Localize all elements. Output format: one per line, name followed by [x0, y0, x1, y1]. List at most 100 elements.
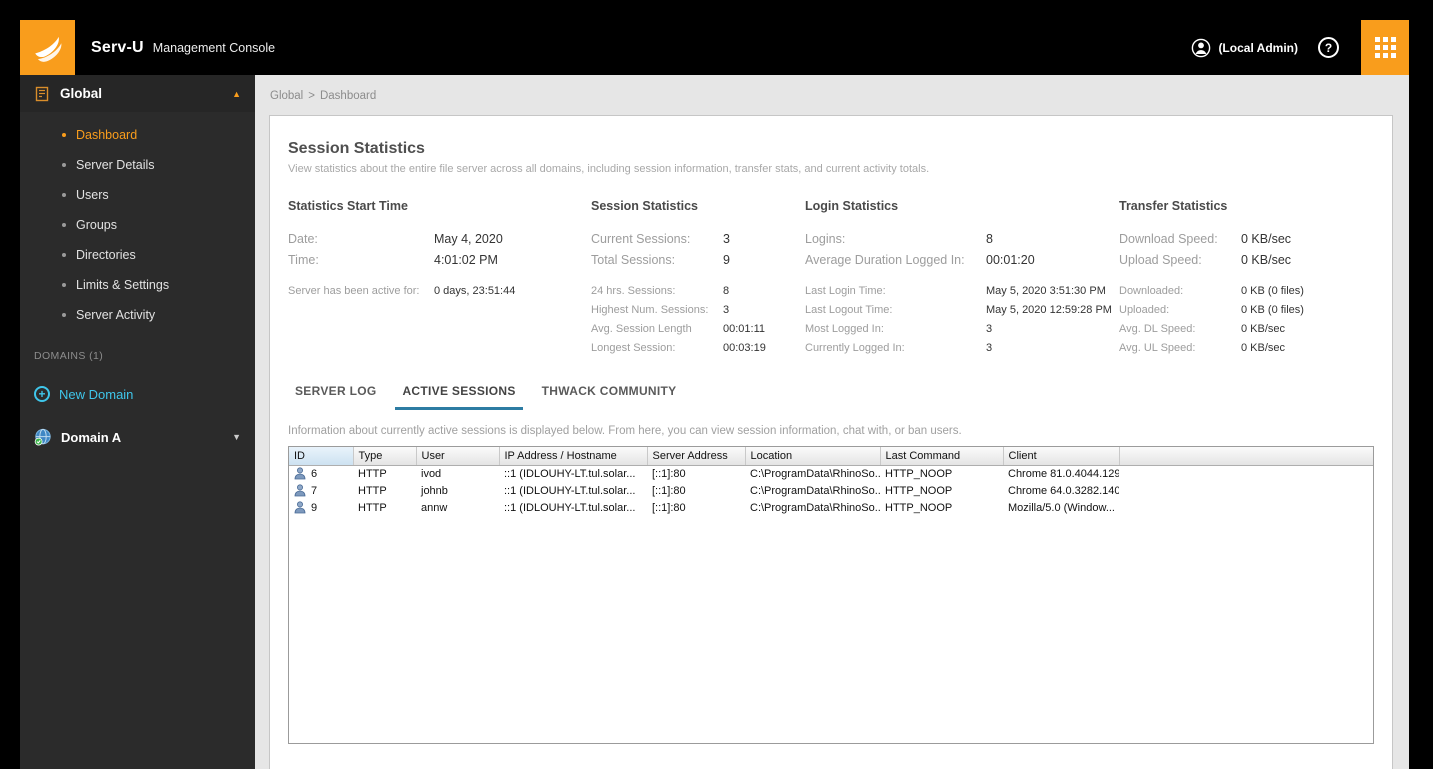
sidebar-nav: Dashboard Server Details Users Groups Di… [20, 120, 255, 330]
stat-row: 24 hrs. Sessions: 8 [591, 282, 805, 301]
sidebar: Global ▲ Dashboard Server Details Users [20, 75, 255, 769]
table-row[interactable]: 7 HTTP johnb ::1 (IDLOUHY-LT.tul.solar..… [289, 482, 1373, 499]
solarwinds-logo [20, 20, 75, 75]
active-sessions-table-container: ID Type User IP Address / Hostname Serve… [288, 446, 1374, 744]
bullet-icon [62, 133, 66, 137]
help-button[interactable]: ? [1318, 37, 1339, 58]
cell-location: C:\ProgramData\RhinoSo... [750, 484, 880, 497]
cell-location: C:\ProgramData\RhinoSo... [750, 467, 880, 480]
stat-row: Server has been active for: 0 days, 23:51… [288, 282, 591, 301]
stat-row: Download Speed: 0 KB/sec [1119, 229, 1374, 250]
stat-row: Average Duration Logged In: 00:01:20 [805, 250, 1119, 271]
stat-row: Downloaded: 0 KB (0 files) [1119, 282, 1374, 301]
main-shell: Global ▲ Dashboard Server Details Users [20, 75, 1409, 769]
stat-label: Current Sessions: [591, 232, 691, 246]
column-header-ip-hostname[interactable]: IP Address / Hostname [499, 447, 648, 466]
sidebar-section-global[interactable]: Global ▲ [20, 75, 255, 112]
column-header-last-command[interactable]: Last Command [880, 447, 1004, 466]
column-header-client[interactable]: Client [1003, 447, 1120, 466]
stat-value: 00:01:20 [986, 253, 1035, 267]
stat-row: Logins: 8 [805, 229, 1119, 250]
sidebar-item-label: Limits & Settings [76, 278, 170, 292]
user-icon [294, 484, 306, 497]
sidebar-item-server-activity[interactable]: Server Activity [20, 300, 255, 330]
cell-id: 6 [289, 465, 353, 482]
user-icon [294, 501, 306, 514]
table-header-row: ID Type User IP Address / Hostname Serve… [289, 447, 1373, 466]
bullet-icon [62, 223, 66, 227]
stat-label: Avg. UL Speed: [1119, 342, 1196, 354]
user-label: (Local Admin) [1218, 40, 1298, 55]
cell-user: annw [421, 501, 448, 514]
column-header-server-address[interactable]: Server Address [647, 447, 746, 466]
stat-row: Avg. Session Length 00:01:11 [591, 320, 805, 339]
tab-active-sessions[interactable]: ACTIVE SESSIONS [395, 384, 523, 410]
cell-filler [1119, 465, 1373, 482]
new-domain-button[interactable]: + New Domain [20, 382, 255, 406]
app-title: Serv-U Management Console [91, 39, 275, 57]
sidebar-item-groups[interactable]: Groups [20, 210, 255, 240]
table-row[interactable]: 6 HTTP ivod ::1 (IDLOUHY-LT.tul.solar...… [289, 465, 1373, 482]
breadcrumb-separator: > [308, 90, 315, 102]
cell-client: Mozilla/5.0 (Window... [1008, 501, 1115, 514]
apps-button[interactable] [1361, 20, 1409, 75]
top-bar: Serv-U Management Console (Local Admin) … [20, 20, 1409, 75]
stat-row: Last Logout Time: May 5, 2020 12:59:28 PM [805, 301, 1119, 320]
sidebar-item-limits-settings[interactable]: Limits & Settings [20, 270, 255, 300]
tab-server-log[interactable]: SERVER LOG [288, 384, 383, 410]
sidebar-item-users[interactable]: Users [20, 180, 255, 210]
bullet-icon [62, 253, 66, 257]
domain-a-label: Domain A [61, 429, 122, 445]
stat-label: Avg. Session Length [591, 323, 692, 335]
stat-row: Time: 4:01:02 PM [288, 250, 591, 271]
cell-ip: ::1 (IDLOUHY-LT.tul.solar... [504, 467, 636, 480]
column-header-user[interactable]: User [416, 447, 500, 466]
stat-label: Logins: [805, 232, 846, 246]
stat-label: 24 hrs. Sessions: [591, 285, 676, 297]
stat-label: Last Logout Time: [805, 304, 893, 316]
stat-value: 8 [723, 285, 730, 297]
transfer-statistics-column: Transfer Statistics Download Speed: 0 KB/… [1119, 199, 1374, 358]
cell-ip: ::1 (IDLOUHY-LT.tul.solar... [504, 501, 636, 514]
cell-id: 7 [289, 482, 353, 499]
stat-label: Total Sessions: [591, 253, 676, 267]
stat-value: 3 [986, 342, 993, 354]
column-header-type[interactable]: Type [353, 447, 417, 466]
tab-thwack-community[interactable]: THWACK COMMUNITY [535, 384, 684, 410]
sidebar-item-dashboard[interactable]: Dashboard [20, 120, 255, 150]
column-header-location[interactable]: Location [745, 447, 881, 466]
cell-filler [1119, 499, 1373, 516]
stat-row: Last Login Time: May 5, 2020 3:51:30 PM [805, 282, 1119, 301]
stat-row: Date: May 4, 2020 [288, 229, 591, 250]
stat-label: Most Logged In: [805, 323, 884, 335]
stat-label: Time: [288, 253, 319, 267]
stat-label: Server has been active for: [288, 285, 420, 297]
stat-label: Downloaded: [1119, 285, 1184, 297]
stat-label: Avg. DL Speed: [1119, 323, 1196, 335]
stat-label: Average Duration Logged In: [805, 253, 965, 267]
sidebar-item-directories[interactable]: Directories [20, 240, 255, 270]
breadcrumb-global[interactable]: Global [270, 90, 303, 102]
column-header-id[interactable]: ID [289, 447, 354, 466]
table-row[interactable]: 9 HTTP annw ::1 (IDLOUHY-LT.tul.solar...… [289, 499, 1373, 516]
stat-value: 0 KB/sec [1241, 323, 1286, 335]
cell-type: HTTP [358, 501, 387, 514]
sidebar-item-server-details[interactable]: Server Details [20, 150, 255, 180]
stat-row: Total Sessions: 9 [591, 250, 805, 271]
stat-label: Upload Speed: [1119, 253, 1202, 267]
stat-value: 0 KB/sec [1241, 253, 1292, 267]
stat-value: May 5, 2020 12:59:28 PM [986, 304, 1112, 316]
bullet-icon [62, 163, 66, 167]
cell-last-command: HTTP_NOOP [885, 467, 953, 480]
cell-type: HTTP [358, 467, 387, 480]
stat-row: Longest Session: 00:03:19 [591, 339, 805, 358]
user-menu[interactable]: (Local Admin) [1191, 38, 1298, 58]
stat-row: Upload Speed: 0 KB/sec [1119, 250, 1374, 271]
sidebar-item-domain-a[interactable]: Domain A ▼ [20, 424, 255, 450]
stat-row: Uploaded: 0 KB (0 files) [1119, 301, 1374, 320]
cell-ip: ::1 (IDLOUHY-LT.tul.solar... [504, 484, 636, 497]
stat-value: 0 KB/sec [1241, 232, 1292, 246]
stat-value: 0 KB (0 files) [1241, 304, 1304, 316]
page-subtitle: View statistics about the entire file se… [288, 163, 930, 175]
bullet-icon [62, 283, 66, 287]
